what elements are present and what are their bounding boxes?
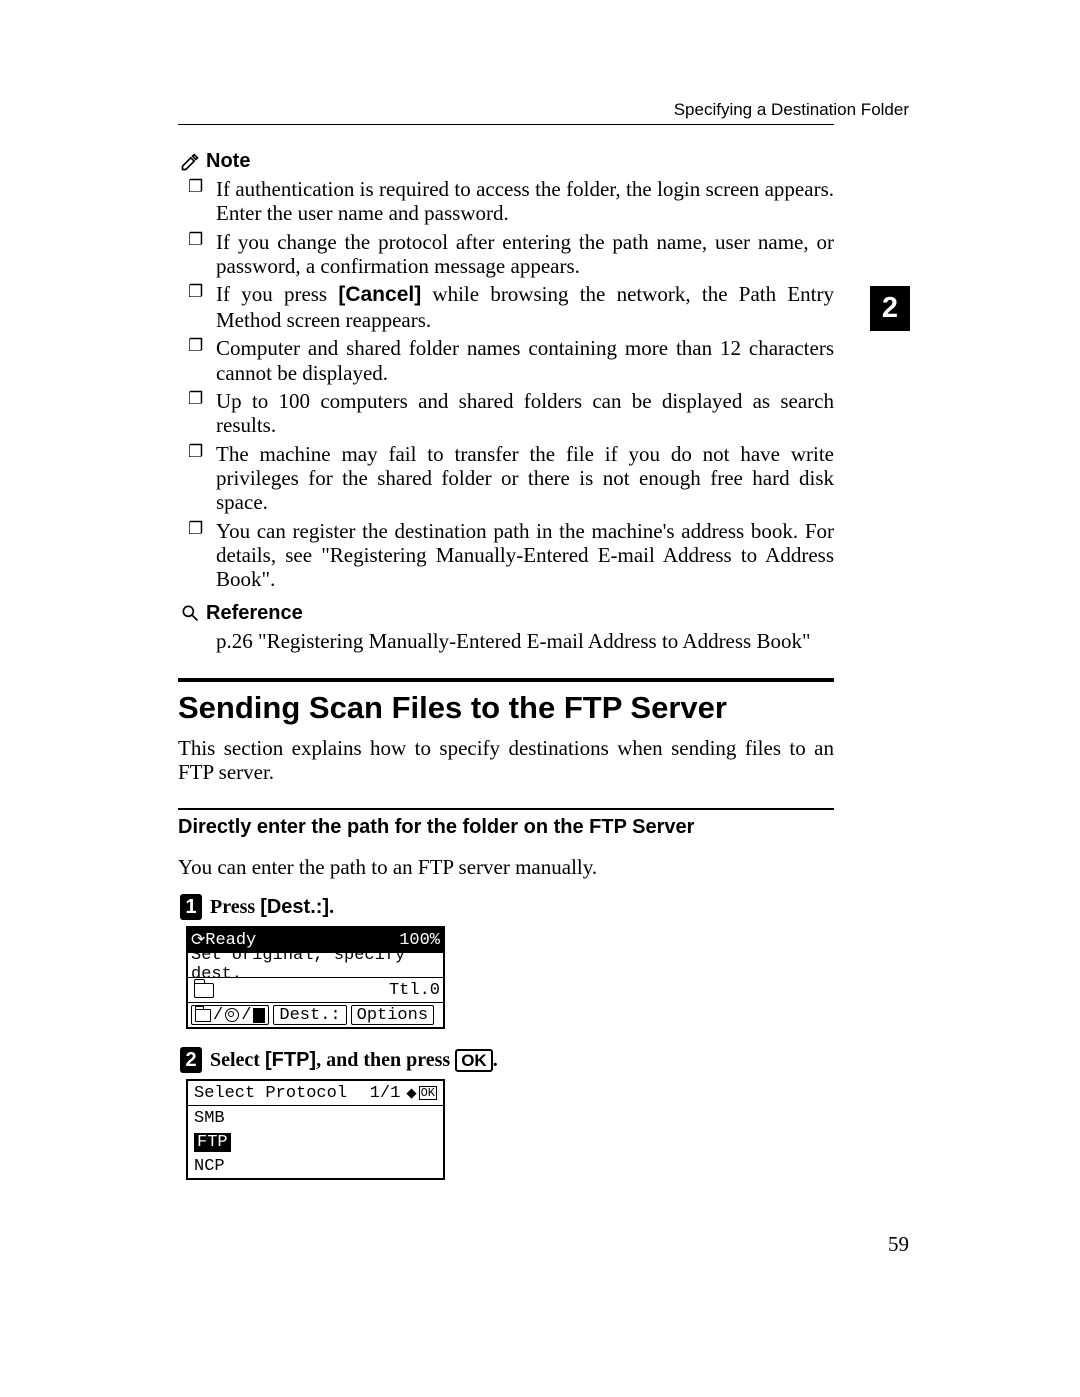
list-item: Up to 100 computers and shared folders c… (186, 389, 834, 438)
lcd-page: 1/1 (370, 1084, 401, 1103)
step-2-label: Select [FTP], and then press OK. (210, 1049, 498, 1072)
lcd-title: Select Protocol (194, 1084, 347, 1103)
section-rule (178, 678, 834, 682)
lcd-screen-ready: ⟳ Ready 100% Set original, specify dest.… (186, 926, 445, 1029)
lcd-screen-protocol: Select Protocol 1/1 ◆OK SMB FTP NCP (186, 1079, 445, 1180)
lcd-ttl: Ttl.0 (389, 981, 440, 1000)
list-item: The machine may fail to transfer the fil… (186, 442, 834, 515)
magnifier-icon (180, 603, 200, 623)
mode-icons: // (191, 1005, 269, 1025)
lcd-title-row: Select Protocol 1/1 ◆OK (188, 1081, 443, 1106)
lcd-option-ncp: NCP (188, 1154, 443, 1178)
reference-label: Reference (206, 602, 303, 625)
lcd-message-row: Set original, specify dest. (188, 953, 443, 978)
step-1: 1 Press [Dest.:]. (180, 894, 834, 920)
lcd-message: Set original, specify dest. (191, 946, 440, 984)
subsection-title: Directly enter the path for the folder o… (178, 816, 834, 839)
lcd-option-smb: SMB (188, 1106, 443, 1130)
chapter-tab: 2 (870, 286, 910, 331)
section-title: Sending Scan Files to the FTP Server (178, 690, 834, 726)
page-number: 59 (888, 1232, 909, 1257)
folder-icon (195, 1009, 211, 1022)
folder-icon (194, 983, 214, 998)
reference-text: p.26 "Registering Manually-Entered E-mai… (216, 629, 834, 654)
list-item: You can register the destination path in… (186, 519, 834, 592)
note-label: Note (206, 150, 250, 173)
list-item: If you change the protocol after enterin… (186, 230, 834, 279)
running-header: Specifying a Destination Folder (674, 100, 909, 120)
step-number-icon: 1 (180, 894, 202, 920)
ok-indicator: OK (419, 1086, 437, 1100)
reference-heading: Reference (180, 602, 834, 625)
document-icon (253, 1008, 265, 1023)
lcd-option-ftp: FTP (188, 1130, 443, 1154)
step-1-label: Press [Dest.:]. (210, 896, 334, 919)
note-heading: Note (180, 150, 834, 173)
step-number-icon: 2 (180, 1047, 202, 1073)
subsection-intro: You can enter the path to an FTP server … (178, 855, 834, 880)
note-list: If authentication is required to access … (186, 177, 834, 592)
subsection-rule (178, 808, 834, 810)
list-item: If authentication is required to access … (186, 177, 834, 226)
lcd-softkey-row: // Dest.: Options (188, 1003, 443, 1027)
section-intro: This section explains how to specify des… (178, 736, 834, 785)
header-rule (178, 124, 834, 125)
softkey-options: Options (351, 1005, 434, 1025)
ok-key: OK (455, 1049, 493, 1072)
pencil-icon (180, 152, 200, 172)
list-item: If you press [Cancel] while browsing the… (186, 282, 834, 332)
step-2: 2 Select [FTP], and then press OK. (180, 1047, 834, 1073)
softkey-dest: Dest.: (273, 1005, 346, 1025)
updown-icon: ◆ (406, 1083, 416, 1104)
list-item: Computer and shared folder names contain… (186, 336, 834, 385)
disc-icon (225, 1008, 239, 1022)
